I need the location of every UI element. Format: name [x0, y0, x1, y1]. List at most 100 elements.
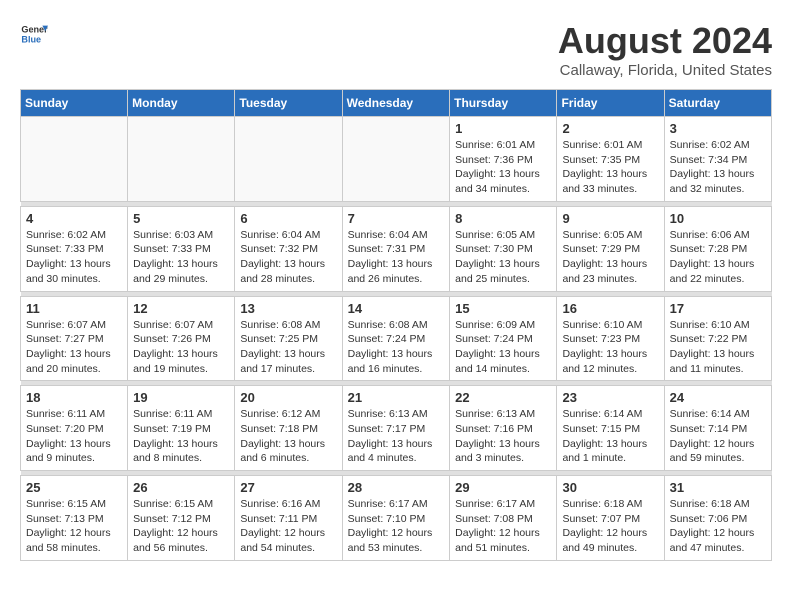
table-cell: 2 Sunrise: 6:01 AMSunset: 7:35 PMDaylight… [557, 117, 664, 202]
col-friday: Friday [557, 90, 664, 117]
table-cell: 14Sunrise: 6:08 AMSunset: 7:24 PMDayligh… [342, 296, 450, 381]
day-number: 17 [670, 301, 766, 316]
day-info: Sunrise: 6:17 AMSunset: 7:10 PMDaylight:… [348, 497, 445, 556]
day-number: 10 [670, 211, 766, 226]
col-monday: Monday [128, 90, 235, 117]
day-number: 18 [26, 390, 122, 405]
day-info: Sunrise: 6:18 AMSunset: 7:07 PMDaylight:… [562, 497, 658, 556]
day-info: Sunrise: 6:07 AMSunset: 7:26 PMDaylight:… [133, 318, 229, 377]
col-saturday: Saturday [664, 90, 771, 117]
table-cell: 30 Sunrise: 6:18 AMSunset: 7:07 PMDayligh… [557, 476, 664, 561]
day-info: Sunrise: 6:03 AMSunset: 7:33 PMDaylight:… [133, 228, 229, 287]
day-number: 12 [133, 301, 229, 316]
day-number: 14 [348, 301, 445, 316]
day-info: Sunrise: 6:06 AMSunset: 7:28 PMDaylight:… [670, 228, 766, 287]
day-number: 6 [240, 211, 336, 226]
day-info: Sunrise: 6:07 AMSunset: 7:27 PMDaylight:… [26, 318, 122, 377]
day-number: 8 [455, 211, 551, 226]
day-info: Sunrise: 6:10 AMSunset: 7:22 PMDaylight:… [670, 318, 766, 377]
day-number: 4 [26, 211, 122, 226]
day-number: 24 [670, 390, 766, 405]
week-row-5: 25 Sunrise: 6:15 AMSunset: 7:13 PMDayligh… [21, 476, 772, 561]
table-cell: 17 Sunrise: 6:10 AMSunset: 7:22 PMDayligh… [664, 296, 771, 381]
day-number: 1 [455, 121, 551, 136]
week-row-2: 4 Sunrise: 6:02 AMSunset: 7:33 PMDaylight… [21, 206, 772, 291]
table-cell: 8 Sunrise: 6:05 AMSunset: 7:30 PMDaylight… [450, 206, 557, 291]
day-info: Sunrise: 6:14 AMSunset: 7:15 PMDaylight:… [562, 407, 658, 466]
col-tuesday: Tuesday [235, 90, 342, 117]
table-cell: 20 Sunrise: 6:12 AMSunset: 7:18 PMDayligh… [235, 386, 342, 471]
month-title: August 2024 [558, 20, 772, 62]
table-cell: 6Sunrise: 6:04 AMSunset: 7:32 PMDaylight… [235, 206, 342, 291]
table-cell: 27Sunrise: 6:16 AMSunset: 7:11 PMDayligh… [235, 476, 342, 561]
col-wednesday: Wednesday [342, 90, 450, 117]
table-cell [128, 117, 235, 202]
day-info: Sunrise: 6:17 AMSunset: 7:08 PMDaylight:… [455, 497, 551, 556]
table-cell: 28 Sunrise: 6:17 AMSunset: 7:10 PMDayligh… [342, 476, 450, 561]
location-title: Callaway, Florida, United States [558, 62, 772, 79]
day-info: Sunrise: 6:10 AMSunset: 7:23 PMDaylight:… [562, 318, 658, 377]
table-cell: 5 Sunrise: 6:03 AMSunset: 7:33 PMDaylight… [128, 206, 235, 291]
day-number: 9 [562, 211, 658, 226]
day-number: 5 [133, 211, 229, 226]
table-cell [21, 117, 128, 202]
day-info: Sunrise: 6:15 AMSunset: 7:12 PMDaylight:… [133, 497, 229, 556]
table-cell: 7Sunrise: 6:04 AMSunset: 7:31 PMDaylight… [342, 206, 450, 291]
day-info: Sunrise: 6:01 AMSunset: 7:36 PMDaylight:… [455, 138, 551, 197]
table-cell: 3 Sunrise: 6:02 AMSunset: 7:34 PMDaylight… [664, 117, 771, 202]
col-sunday: Sunday [21, 90, 128, 117]
table-cell [342, 117, 450, 202]
table-cell: 23 Sunrise: 6:14 AMSunset: 7:15 PMDayligh… [557, 386, 664, 471]
week-row-3: 11 Sunrise: 6:07 AMSunset: 7:27 PMDayligh… [21, 296, 772, 381]
day-info: Sunrise: 6:09 AMSunset: 7:24 PMDaylight:… [455, 318, 551, 377]
table-cell: 25 Sunrise: 6:15 AMSunset: 7:13 PMDayligh… [21, 476, 128, 561]
day-info: Sunrise: 6:13 AMSunset: 7:17 PMDaylight:… [348, 407, 445, 466]
day-info: Sunrise: 6:13 AMSunset: 7:16 PMDaylight:… [455, 407, 551, 466]
logo: General Blue [20, 20, 48, 48]
table-cell: 15 Sunrise: 6:09 AMSunset: 7:24 PMDayligh… [450, 296, 557, 381]
day-info: Sunrise: 6:11 AMSunset: 7:20 PMDaylight:… [26, 407, 122, 466]
table-cell: 10 Sunrise: 6:06 AMSunset: 7:28 PMDayligh… [664, 206, 771, 291]
day-number: 25 [26, 480, 122, 495]
col-thursday: Thursday [450, 90, 557, 117]
week-row-1: 1 Sunrise: 6:01 AMSunset: 7:36 PMDaylight… [21, 117, 772, 202]
table-cell [235, 117, 342, 202]
table-cell: 4 Sunrise: 6:02 AMSunset: 7:33 PMDaylight… [21, 206, 128, 291]
day-info: Sunrise: 6:15 AMSunset: 7:13 PMDaylight:… [26, 497, 122, 556]
calendar-table: Sunday Monday Tuesday Wednesday Thursday… [20, 89, 772, 561]
day-number: 31 [670, 480, 766, 495]
day-number: 30 [562, 480, 658, 495]
day-number: 19 [133, 390, 229, 405]
table-cell: 31Sunrise: 6:18 AMSunset: 7:06 PMDayligh… [664, 476, 771, 561]
day-info: Sunrise: 6:08 AMSunset: 7:25 PMDaylight:… [240, 318, 336, 377]
table-cell: 19Sunrise: 6:11 AMSunset: 7:19 PMDayligh… [128, 386, 235, 471]
table-cell: 24Sunrise: 6:14 AMSunset: 7:14 PMDayligh… [664, 386, 771, 471]
day-number: 26 [133, 480, 229, 495]
day-number: 23 [562, 390, 658, 405]
day-info: Sunrise: 6:02 AMSunset: 7:33 PMDaylight:… [26, 228, 122, 287]
day-info: Sunrise: 6:16 AMSunset: 7:11 PMDaylight:… [240, 497, 336, 556]
day-info: Sunrise: 6:02 AMSunset: 7:34 PMDaylight:… [670, 138, 766, 197]
day-info: Sunrise: 6:12 AMSunset: 7:18 PMDaylight:… [240, 407, 336, 466]
day-info: Sunrise: 6:05 AMSunset: 7:30 PMDaylight:… [455, 228, 551, 287]
day-number: 28 [348, 480, 445, 495]
table-cell: 22Sunrise: 6:13 AMSunset: 7:16 PMDayligh… [450, 386, 557, 471]
day-info: Sunrise: 6:01 AMSunset: 7:35 PMDaylight:… [562, 138, 658, 197]
logo-icon: General Blue [20, 20, 48, 48]
day-number: 20 [240, 390, 336, 405]
page-header: General Blue August 2024 Callaway, Flori… [20, 20, 772, 79]
day-number: 11 [26, 301, 122, 316]
day-number: 3 [670, 121, 766, 136]
table-cell: 11 Sunrise: 6:07 AMSunset: 7:27 PMDayligh… [21, 296, 128, 381]
table-cell: 21Sunrise: 6:13 AMSunset: 7:17 PMDayligh… [342, 386, 450, 471]
header-row: Sunday Monday Tuesday Wednesday Thursday… [21, 90, 772, 117]
day-info: Sunrise: 6:04 AMSunset: 7:31 PMDaylight:… [348, 228, 445, 287]
day-number: 2 [562, 121, 658, 136]
day-info: Sunrise: 6:05 AMSunset: 7:29 PMDaylight:… [562, 228, 658, 287]
table-cell: 26 Sunrise: 6:15 AMSunset: 7:12 PMDayligh… [128, 476, 235, 561]
table-cell: 12 Sunrise: 6:07 AMSunset: 7:26 PMDayligh… [128, 296, 235, 381]
week-row-4: 18 Sunrise: 6:11 AMSunset: 7:20 PMDayligh… [21, 386, 772, 471]
day-number: 15 [455, 301, 551, 316]
table-cell: 29 Sunrise: 6:17 AMSunset: 7:08 PMDayligh… [450, 476, 557, 561]
day-number: 29 [455, 480, 551, 495]
